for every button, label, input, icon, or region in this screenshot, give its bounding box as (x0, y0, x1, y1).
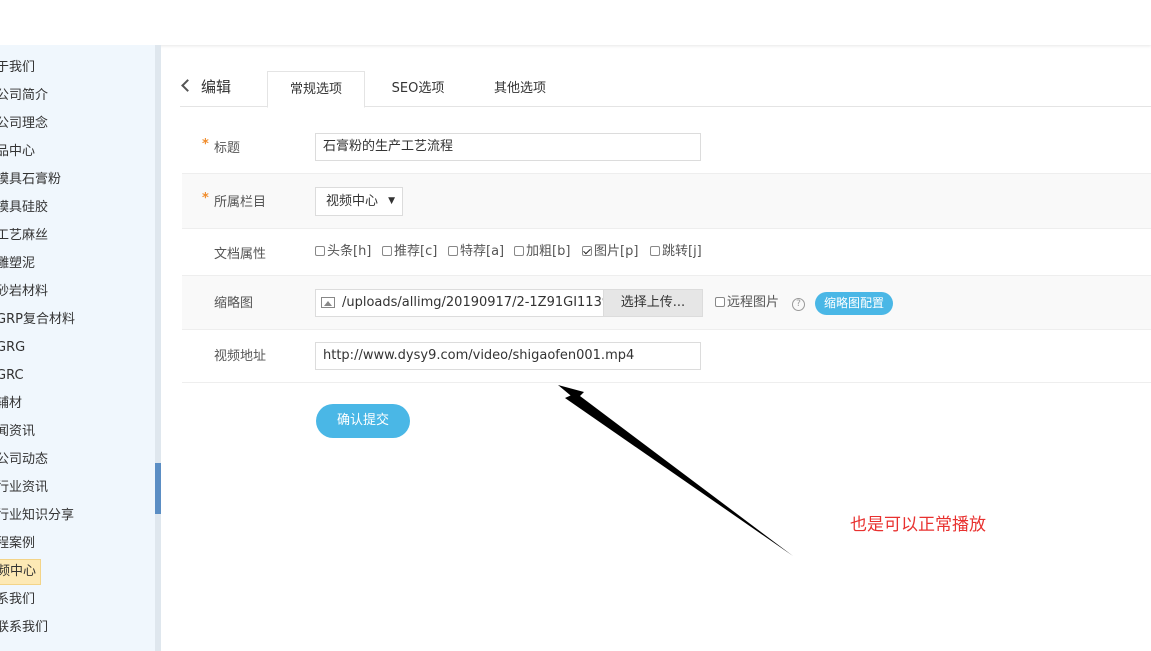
annotation-arrow (558, 385, 793, 556)
tab-general-options[interactable]: 常规选项 (267, 71, 365, 108)
annotation-note: 也是可以正常播放 (850, 515, 986, 535)
arrow-shaft (565, 393, 793, 556)
